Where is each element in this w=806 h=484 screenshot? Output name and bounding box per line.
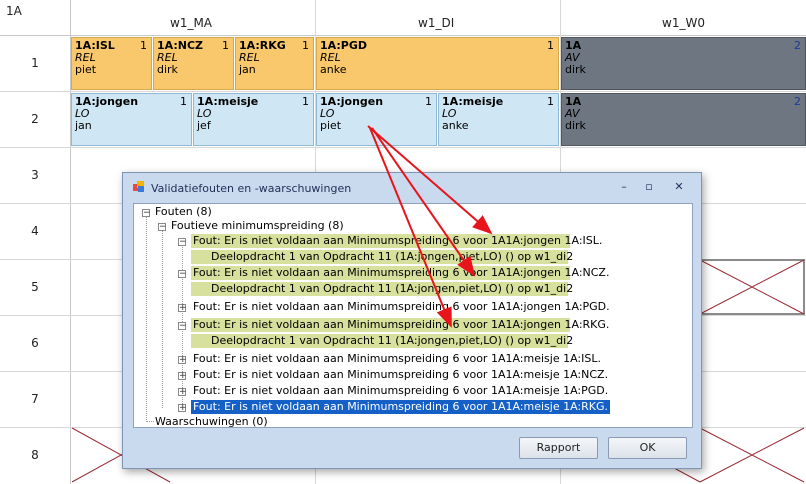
close-icon[interactable]: ✕ [668, 179, 690, 195]
expand-toggle[interactable]: + [178, 388, 187, 397]
tree-node-error[interactable]: Fout: Er is niet voldaan aan Minimumspre… [191, 266, 609, 280]
tree-node-error[interactable]: Fout: Er is niet voldaan aan Minimumspre… [193, 384, 608, 398]
tree-node-error[interactable]: Fout: Er is niet voldaan aan Minimumspre… [191, 318, 609, 332]
restore-icon[interactable]: ▫ [638, 179, 660, 195]
tree-node-error[interactable]: Fout: Er is niet voldaan aan Minimumspre… [193, 300, 610, 314]
tree-node-errors[interactable]: Fouten (8) [155, 205, 212, 219]
tree-node-detail[interactable]: Deelopdracht 1 van Opdracht 11 (1A:jonge… [191, 334, 573, 348]
collapse-toggle[interactable]: − [158, 223, 167, 232]
expand-toggle[interactable]: + [178, 356, 187, 365]
minimize-icon[interactable]: – [613, 179, 635, 195]
dialog-titlebar[interactable]: Validatiefouten en -waarschuwingen – ▫ ✕ [123, 173, 701, 201]
expand-toggle[interactable]: + [178, 372, 187, 381]
collapse-toggle[interactable]: − [178, 270, 187, 279]
app-icon [133, 181, 144, 192]
collapse-toggle[interactable]: − [178, 322, 187, 331]
tree-node-error-selected[interactable]: Fout: Er is niet voldaan aan Minimumspre… [191, 400, 611, 414]
tree-node-detail[interactable]: Deelopdracht 1 van Opdracht 11 (1A:jonge… [191, 282, 573, 296]
dialog-title: Validatiefouten en -waarschuwingen [151, 182, 352, 195]
tree-node-warnings[interactable]: Waarschuwingen (0) [155, 415, 268, 429]
tree-node-error[interactable]: Fout: Er is niet voldaan aan Minimumspre… [191, 234, 602, 248]
report-button[interactable]: Rapport [519, 437, 598, 459]
tree-node-detail[interactable]: Deelopdracht 1 van Opdracht 11 (1A:jonge… [191, 250, 573, 264]
expand-toggle[interactable]: + [178, 404, 187, 413]
expand-toggle[interactable]: + [178, 304, 187, 313]
tree-node-group[interactable]: Foutieve minimumspreiding (8) [171, 219, 344, 233]
validation-dialog: Validatiefouten en -waarschuwingen – ▫ ✕… [122, 172, 702, 469]
tree-node-error[interactable]: Fout: Er is niet voldaan aan Minimumspre… [193, 352, 601, 366]
collapse-toggle[interactable]: − [142, 209, 151, 218]
validation-tree[interactable]: − Fouten (8) − Foutieve minimumspreiding… [133, 203, 693, 428]
ok-button[interactable]: OK [608, 437, 687, 459]
collapse-toggle[interactable]: − [178, 238, 187, 247]
tree-node-error[interactable]: Fout: Er is niet voldaan aan Minimumspre… [193, 368, 608, 382]
